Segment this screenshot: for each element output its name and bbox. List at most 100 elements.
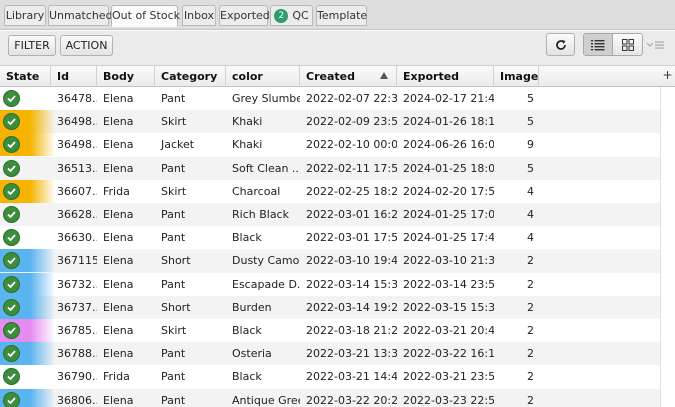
add-column-button[interactable]: + bbox=[660, 65, 675, 87]
cell-category: Pant bbox=[161, 370, 186, 384]
table-row[interactable]: 36806... Elena Pant Antique Green 2022-03-22… bbox=[0, 388, 660, 407]
tab-library[interactable]: Library bbox=[4, 5, 46, 26]
table-row[interactable]: 36628... Elena Pant Rich Black 2022-03-01 16… bbox=[0, 203, 660, 227]
table-row[interactable]: 36732... Elena Pant Escapade D... 2022-03-14… bbox=[0, 272, 660, 296]
tab-exported[interactable]: Exported bbox=[219, 5, 270, 26]
column-header-created[interactable]: Created bbox=[300, 66, 397, 87]
tab-inbox[interactable]: Inbox bbox=[182, 5, 216, 26]
cell-created: 2022-03-14 15:31 bbox=[306, 277, 397, 291]
tab-unmatched[interactable]: Unmatched bbox=[48, 5, 113, 26]
cell-exported: 2024-06-26 16:03 bbox=[403, 138, 494, 152]
table-row[interactable]: 36630... Elena Pant Black 2022-03-01 17:58 20… bbox=[0, 226, 660, 249]
grid-view-button[interactable] bbox=[613, 34, 642, 55]
cell-body: Elena bbox=[103, 161, 134, 175]
cell-images: 2 bbox=[527, 277, 534, 291]
column-header-category[interactable]: Category bbox=[155, 66, 226, 87]
column-header-images[interactable]: Images bbox=[494, 66, 539, 87]
toolbar: FILTER ACTION bbox=[0, 31, 675, 65]
cell-created: 2022-02-07 22:33 bbox=[306, 92, 397, 105]
tab-out-of-stock[interactable]: Out of Stock bbox=[111, 5, 180, 27]
cell-created: 2022-03-14 19:21 bbox=[306, 300, 397, 314]
cell-body: Elena bbox=[103, 231, 134, 245]
qc-count-badge: 2 bbox=[274, 9, 289, 23]
view-toggle bbox=[583, 33, 643, 56]
table-row[interactable]: 36788... Elena Pant Osteria 2022-03-21 13:35… bbox=[0, 342, 660, 366]
cell-category: Jacket bbox=[161, 138, 195, 152]
list-view-button[interactable] bbox=[584, 34, 614, 55]
cell-color: Osteria bbox=[232, 347, 272, 361]
cell-color: Antique Green bbox=[232, 393, 300, 407]
column-header-body[interactable]: Body bbox=[97, 66, 155, 87]
table-row[interactable]: 36498... Elena Skirt Khaki 2022-02-09 23:59 2… bbox=[0, 110, 660, 134]
menu-dropdown-button[interactable] bbox=[646, 39, 666, 51]
cell-color: Grey Slumber bbox=[232, 92, 300, 105]
cell-images: 2 bbox=[527, 370, 534, 384]
tab-label: Unmatched bbox=[49, 9, 113, 22]
cell-exported: 2022-03-14 23:55 bbox=[403, 277, 494, 291]
cell-exported: 2024-02-20 17:56 bbox=[403, 184, 494, 198]
tab-bar: Library Unmatched Out of Stock Inbox Exp… bbox=[0, 0, 675, 30]
tab-label: Inbox bbox=[183, 9, 215, 22]
filter-button[interactable]: FILTER bbox=[8, 35, 56, 56]
cell-id: 36498... bbox=[57, 115, 97, 129]
cell-color: Escapade D... bbox=[232, 277, 300, 291]
state-ok-icon bbox=[3, 90, 20, 107]
column-header-color[interactable]: color bbox=[226, 66, 300, 87]
column-header-exported[interactable]: Exported bbox=[397, 66, 494, 87]
cell-category: Pant bbox=[161, 393, 186, 407]
cell-exported: 2022-03-21 20:42 bbox=[403, 324, 494, 337]
grid-view-icon bbox=[621, 38, 634, 51]
cell-exported: 2024-01-26 18:10 bbox=[403, 115, 494, 129]
cell-id: 3671155 bbox=[57, 254, 97, 268]
table-row[interactable]: 36513... Elena Pant Soft Clean ... 2022-02-1… bbox=[0, 156, 660, 180]
cell-id: 36513... bbox=[57, 161, 97, 175]
sort-ascending-icon bbox=[380, 72, 388, 79]
cell-color: Black bbox=[232, 231, 262, 245]
cell-category: Pant bbox=[161, 161, 186, 175]
column-header-id[interactable]: Id bbox=[51, 66, 97, 87]
tab-qc[interactable]: 2 QC bbox=[270, 5, 313, 26]
cell-color: Dusty Camo bbox=[232, 254, 300, 268]
state-ok-icon bbox=[3, 182, 20, 200]
cell-category: Pant bbox=[161, 92, 186, 105]
table-row[interactable]: 3671155 Elena Short Dusty Camo 2022-03-10 19… bbox=[0, 249, 660, 273]
cell-body: Elena bbox=[103, 300, 134, 314]
column-header-label: Created bbox=[306, 70, 355, 83]
cell-body: Elena bbox=[103, 92, 134, 105]
table-row[interactable]: 36785... Elena Skirt Black 2022-03-18 21:21 2… bbox=[0, 319, 660, 342]
cell-created: 2022-03-18 21:21 bbox=[306, 324, 397, 337]
cell-created: 2022-03-21 14:46 bbox=[306, 370, 397, 384]
cell-category: Skirt bbox=[161, 115, 187, 129]
cell-images: 2 bbox=[527, 347, 534, 361]
cell-exported: 2022-03-23 22:57 bbox=[403, 393, 494, 407]
table-row[interactable]: 36498... Elena Jacket Khaki 2022-02-10 00:05… bbox=[0, 133, 660, 157]
table-row[interactable]: 36737... Elena Short Burden 2022-03-14 19:21… bbox=[0, 295, 660, 319]
refresh-icon bbox=[555, 39, 566, 50]
action-button[interactable]: ACTION bbox=[60, 35, 113, 56]
cell-id: 36498... bbox=[57, 138, 97, 152]
cell-body: Elena bbox=[103, 277, 134, 291]
cell-body: Elena bbox=[103, 115, 134, 129]
cell-created: 2022-02-10 00:05 bbox=[306, 138, 397, 152]
tab-template[interactable]: Template bbox=[316, 5, 367, 26]
cell-body: Elena bbox=[103, 208, 134, 221]
cell-color: Khaki bbox=[232, 115, 263, 129]
list-view-icon bbox=[591, 39, 605, 50]
cell-color: Soft Clean ... bbox=[232, 161, 300, 175]
cell-id: 36790... bbox=[57, 370, 97, 384]
cell-exported: 2022-03-21 23:52 bbox=[403, 370, 494, 384]
cell-created: 2022-03-21 13:35 bbox=[306, 347, 397, 361]
table-row[interactable]: 36478... Elena Pant Grey Slumber 2022-02-07 … bbox=[0, 87, 660, 110]
cell-created: 2022-03-01 16:29 bbox=[306, 208, 397, 221]
table-row[interactable]: 36790... Frida Pant Black 2022-03-21 14:46 20… bbox=[0, 365, 660, 388]
state-ok-icon bbox=[3, 391, 20, 407]
cell-category: Skirt bbox=[161, 324, 187, 337]
column-header-state[interactable]: State bbox=[0, 66, 51, 87]
refresh-button[interactable] bbox=[546, 33, 575, 56]
cell-images: 2 bbox=[527, 254, 534, 268]
cell-body: Elena bbox=[103, 324, 134, 337]
table-row[interactable]: 36607... Frida Skirt Charcoal 2022-02-25 18:… bbox=[0, 179, 660, 203]
cell-id: 36806... bbox=[57, 393, 97, 407]
cell-id: 36628... bbox=[57, 208, 97, 221]
cell-category: Short bbox=[161, 300, 191, 314]
